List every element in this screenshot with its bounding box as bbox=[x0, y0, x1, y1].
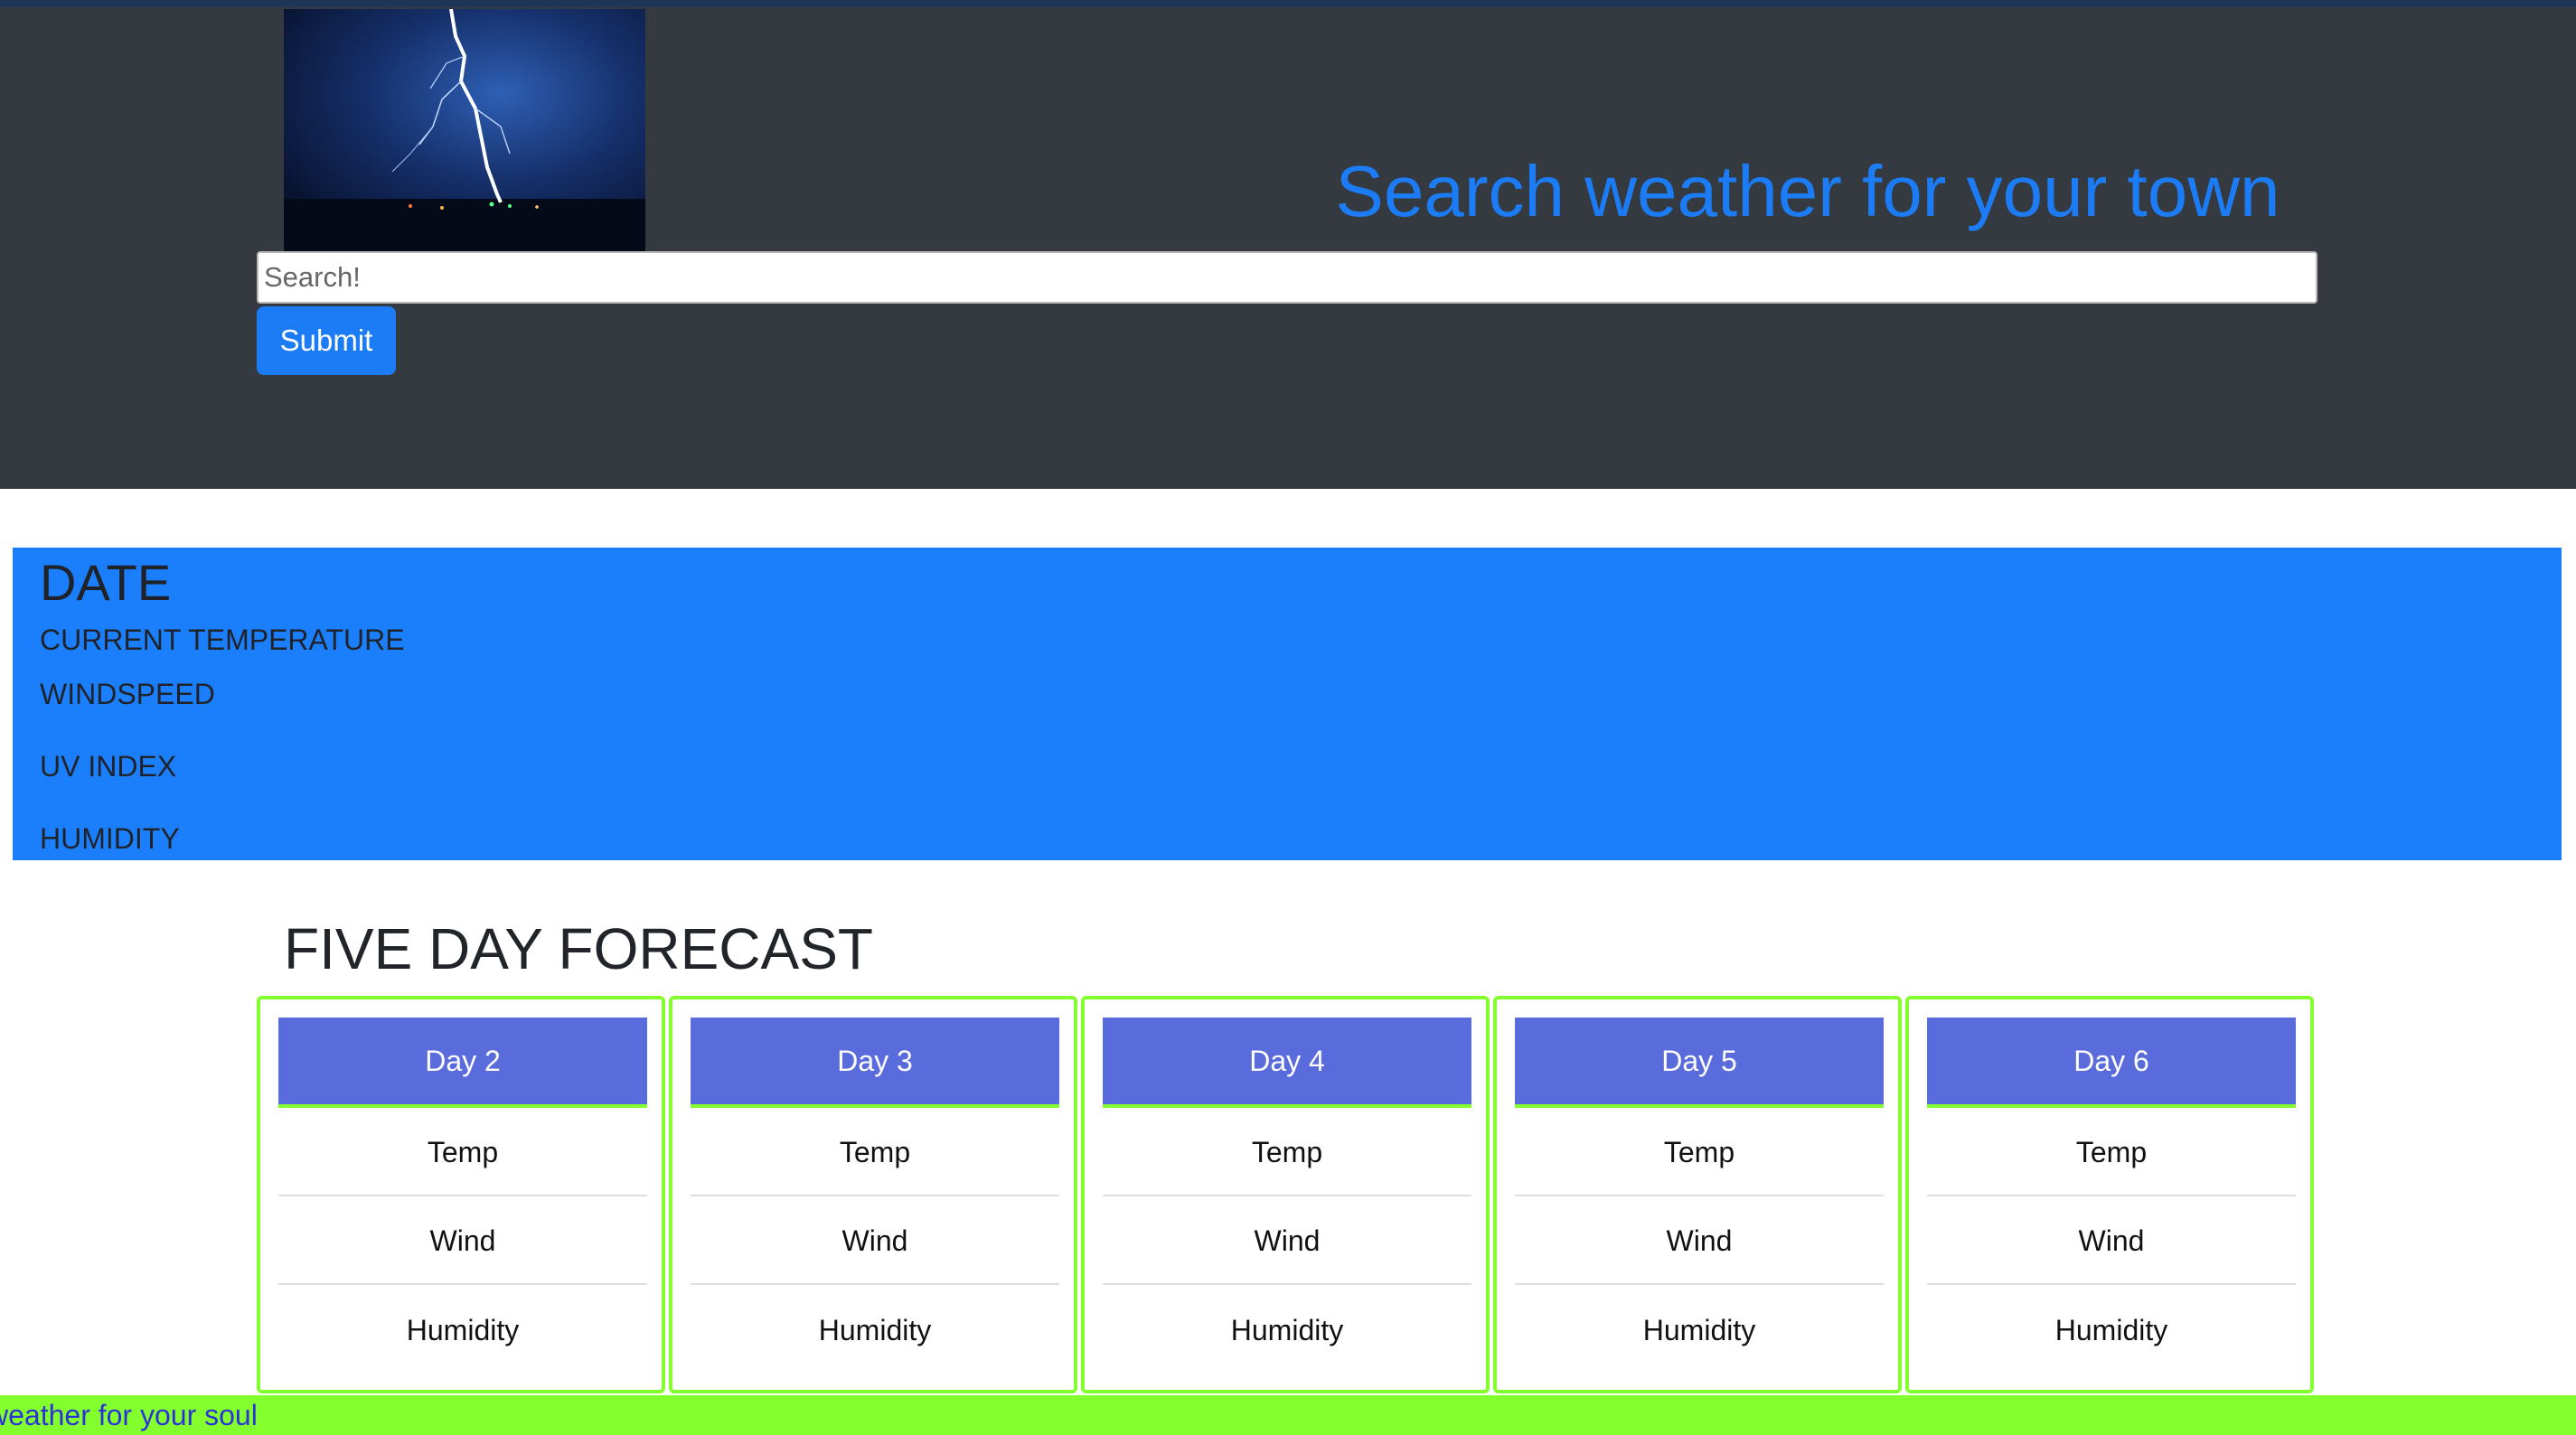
top-edge-bar bbox=[0, 0, 2576, 7]
forecast-wind: Wind bbox=[278, 1198, 647, 1285]
submit-button[interactable]: Submit bbox=[257, 306, 396, 375]
forecast-wind: Wind bbox=[691, 1198, 1059, 1285]
search-input[interactable] bbox=[257, 251, 2317, 304]
forecast-title: FIVE DAY FORECAST bbox=[284, 916, 873, 981]
forecast-wind: Wind bbox=[1927, 1198, 2296, 1285]
forecast-humidity: Humidity bbox=[818, 1313, 932, 1346]
forecast-temp: Temp bbox=[1927, 1110, 2296, 1196]
forecast-card: Day 5 Temp Wind Humidity bbox=[1493, 996, 1902, 1393]
current-humidity: HUMIDITY bbox=[40, 822, 180, 855]
page-title: Search weather for your town bbox=[1335, 151, 2280, 231]
forecast-temp: Temp bbox=[1515, 1110, 1884, 1196]
forecast-cards: Day 2 Temp Wind Humidity Day 3 Temp Wind… bbox=[257, 996, 2317, 1393]
forecast-card: Day 3 Temp Wind Humidity bbox=[669, 996, 1077, 1393]
forecast-humidity: Humidity bbox=[2054, 1313, 2168, 1346]
current-weather-panel: DATE CURRENT TEMPERATURE WINDSPEED UV IN… bbox=[13, 548, 2562, 860]
current-uv-index: UV INDEX bbox=[40, 750, 177, 783]
forecast-humidity: Humidity bbox=[1230, 1313, 1344, 1346]
forecast-day-header: Day 3 bbox=[691, 1018, 1059, 1108]
forecast-card: Day 6 Temp Wind Humidity bbox=[1905, 996, 2314, 1393]
forecast-humidity: Humidity bbox=[1642, 1313, 1756, 1346]
footer-banner: weather for your soul bbox=[0, 1395, 2576, 1435]
lightning-image bbox=[284, 9, 645, 251]
forecast-day-header: Day 6 bbox=[1927, 1018, 2296, 1108]
forecast-humidity: Humidity bbox=[406, 1313, 520, 1346]
forecast-day-header: Day 5 bbox=[1515, 1018, 1884, 1108]
forecast-temp: Temp bbox=[691, 1110, 1059, 1196]
current-date: DATE bbox=[40, 554, 172, 611]
footer-marquee-text: weather for your soul bbox=[0, 1399, 258, 1431]
forecast-day-header: Day 4 bbox=[1103, 1018, 1471, 1108]
forecast-card: Day 2 Temp Wind Humidity bbox=[257, 996, 665, 1393]
header-banner: Search weather for your town Submit bbox=[0, 7, 2576, 489]
current-windspeed: WINDSPEED bbox=[40, 678, 215, 710]
forecast-wind: Wind bbox=[1103, 1198, 1471, 1285]
current-temperature: CURRENT TEMPERATURE bbox=[40, 624, 405, 656]
forecast-day-header: Day 2 bbox=[278, 1018, 647, 1108]
forecast-wind: Wind bbox=[1515, 1198, 1884, 1285]
forecast-temp: Temp bbox=[278, 1110, 647, 1196]
forecast-card: Day 4 Temp Wind Humidity bbox=[1081, 996, 1490, 1393]
forecast-temp: Temp bbox=[1103, 1110, 1471, 1196]
